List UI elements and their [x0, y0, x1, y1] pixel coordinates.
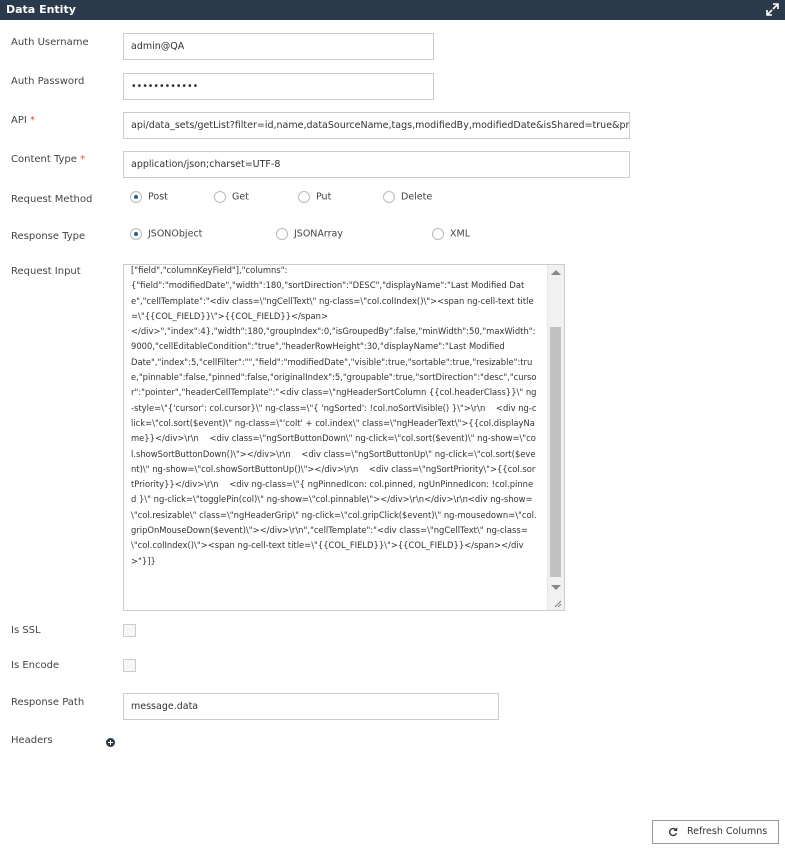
radio-jsonobject[interactable]: JSONObject: [130, 228, 202, 240]
refresh-columns-button[interactable]: Refresh Columns: [652, 820, 779, 844]
auth-password-label: Auth Password: [11, 76, 85, 87]
scroll-up-icon[interactable]: [551, 270, 561, 275]
response-path-label: Response Path: [11, 697, 85, 708]
content-type-label: Content Type *: [11, 154, 86, 165]
is-encode-checkbox[interactable]: [123, 659, 136, 672]
expand-icon[interactable]: [766, 3, 779, 16]
refresh-columns-label: Refresh Columns: [687, 826, 768, 837]
headers-label: Headers: [11, 735, 53, 746]
radio-xml[interactable]: XML: [432, 228, 470, 240]
api-input[interactable]: api/data_sets/getList?filter=id,name,dat…: [123, 112, 630, 139]
is-ssl-label: Is SSL: [11, 625, 41, 636]
auth-username-label: Auth Username: [11, 37, 89, 48]
required-marker: *: [30, 115, 36, 126]
response-path-input[interactable]: message.data: [123, 693, 499, 720]
request-method-label: Request Method: [11, 194, 93, 205]
response-type-label: Response Type: [11, 231, 86, 242]
content-type-input[interactable]: application/json;charset=UTF-8: [123, 151, 630, 178]
window-title: Data Entity: [6, 3, 76, 16]
api-label: API *: [11, 115, 36, 126]
request-input-scrollbar[interactable]: [547, 265, 564, 610]
required-marker: *: [80, 154, 86, 165]
radio-jsonarray[interactable]: JSONArray: [276, 228, 343, 240]
radio-put[interactable]: Put: [298, 191, 331, 203]
radio-selected-indicator: [130, 191, 142, 203]
is-encode-label: Is Encode: [11, 660, 60, 671]
radio-delete[interactable]: Delete: [383, 191, 432, 203]
auth-username-input[interactable]: admin@QA: [123, 33, 434, 60]
window-titlebar: Data Entity: [0, 0, 785, 20]
auth-password-input[interactable]: ••••••••••••: [123, 73, 434, 100]
request-input-textarea[interactable]: ["field","columnKeyField"],"columns": {"…: [123, 264, 565, 611]
scroll-down-icon[interactable]: [551, 585, 561, 590]
request-input-label: Request Input: [11, 266, 81, 277]
is-ssl-checkbox[interactable]: [123, 624, 136, 637]
request-input-content: ["field","columnKeyField"],"columns": {"…: [131, 265, 537, 566]
refresh-icon: [669, 827, 678, 837]
resize-handle-icon[interactable]: [554, 600, 562, 608]
scrollbar-thumb[interactable]: [550, 327, 561, 577]
radio-selected-indicator: [130, 228, 142, 240]
radio-get[interactable]: Get: [214, 191, 249, 203]
add-circle-icon[interactable]: [106, 738, 115, 747]
radio-post[interactable]: Post: [130, 191, 168, 203]
